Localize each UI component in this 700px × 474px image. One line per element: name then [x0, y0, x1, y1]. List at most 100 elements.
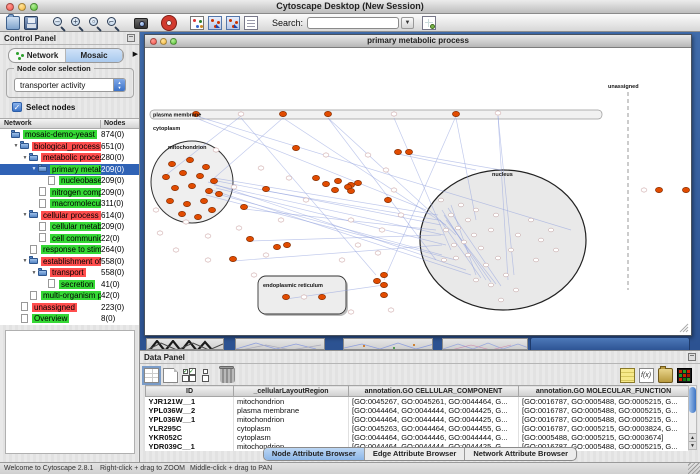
tree-item[interactable]: secretion41(0): [0, 279, 139, 291]
expand-arrow-icon[interactable]: ▼: [30, 270, 38, 276]
background-window-fragment[interactable]: [235, 338, 325, 350]
import-table-icon[interactable]: [422, 16, 436, 30]
delete-attribute-icon[interactable]: [220, 368, 235, 383]
network-canvas[interactable]: plasma membranecytoplasmmitochondrionnuc…: [146, 48, 690, 335]
open-file-icon[interactable]: [6, 16, 20, 30]
apply-layout-b-icon[interactable]: [226, 16, 240, 30]
gene-node: [488, 228, 493, 232]
notes-icon[interactable]: [620, 368, 635, 383]
tree-item[interactable]: ▼primary metabolic process209(0): [0, 164, 139, 176]
network-tree[interactable]: mosaic-demo-yeast874(0)▼biological_proce…: [0, 129, 139, 325]
float-panel-icon[interactable]: [127, 34, 135, 42]
tree-item[interactable]: unassigned223(0): [0, 302, 139, 314]
column-header[interactable]: annotation.GO MOLECULAR_FUNCTION: [519, 386, 689, 397]
cytoplasm-label: cytoplasm: [153, 126, 180, 132]
table-row[interactable]: YKR052Ccytoplasm[GO:0044464, GO:0044446,…: [146, 433, 689, 442]
column-header[interactable]: _cellularLayoutRegion: [234, 386, 349, 397]
table-cell: [GO:0045267, GO:0045261, GO:0044464, G..…: [349, 397, 519, 407]
search-input[interactable]: [307, 17, 399, 29]
tree-item-node-count: 874(0): [101, 130, 139, 139]
tree-header-network[interactable]: Network: [4, 120, 32, 127]
attribute-table-icon[interactable]: [144, 368, 159, 383]
zoom-in-icon[interactable]: [70, 16, 84, 30]
canvas-resize-grip: [686, 330, 688, 332]
expand-arrow-icon[interactable]: ▼: [21, 258, 29, 264]
tree-item[interactable]: response to stimulus264(0): [0, 244, 139, 256]
gene-node: [391, 112, 397, 116]
tree-item[interactable]: nitrogen compound209(0): [0, 187, 139, 199]
expand-arrow-icon[interactable]: ▼: [21, 155, 29, 161]
heatmap-icon[interactable]: [677, 368, 692, 383]
tab-overflow-arrow[interactable]: ▶: [133, 50, 138, 58]
tree-item-node-count: 264(0): [101, 245, 139, 254]
selected-gene-node: [322, 181, 329, 186]
tab-edge-attribute-browser[interactable]: Edge Attribute Browser: [365, 448, 465, 460]
table-row[interactable]: YPL036W__1mitochondrion[GO:0044464, GO:0…: [146, 415, 689, 424]
tab-network[interactable]: Network: [9, 49, 66, 62]
network-graph[interactable]: plasma membranecytoplasmmitochondrionnuc…: [146, 48, 690, 335]
save-session-icon[interactable]: [24, 16, 38, 30]
network-window-titlebar[interactable]: primary metabolic process: [145, 35, 691, 48]
select-nodes-checkbox[interactable]: ✓: [12, 102, 22, 112]
birdseye-view-panel[interactable]: [5, 330, 135, 454]
tree-item[interactable]: ▼cellular process614(0): [0, 210, 139, 222]
expand-arrow-icon[interactable]: ▼: [30, 166, 38, 172]
table-row[interactable]: YLR295Ccytoplasm[GO:0045263, GO:0044464,…: [146, 424, 689, 433]
network-view-window[interactable]: primary metabolic process plasma membran…: [144, 34, 692, 336]
new-attribute-icon[interactable]: [163, 368, 178, 383]
tree-item[interactable]: ▼biological_process651(0): [0, 141, 139, 153]
column-header[interactable]: annotation.GO CELLULAR_COMPONENT: [349, 386, 519, 397]
open-attributes-icon[interactable]: [658, 368, 673, 383]
zoom-out-icon[interactable]: [52, 16, 66, 30]
snapshot-icon[interactable]: [134, 18, 148, 29]
tree-item[interactable]: cell communication22(0): [0, 233, 139, 245]
gene-node: [513, 288, 518, 292]
column-header[interactable]: ID: [146, 386, 234, 397]
endoplasmic-reticulum-region: [258, 276, 346, 314]
resize-grip[interactable]: [688, 462, 700, 474]
background-window-fragment[interactable]: [442, 338, 528, 350]
tree-item-node-count: 22(0): [101, 234, 139, 243]
background-window-fragment[interactable]: [343, 338, 433, 350]
formula-icon[interactable]: [639, 368, 654, 383]
unselect-attributes-icon[interactable]: [201, 368, 216, 383]
zoom-selected-icon[interactable]: [88, 16, 102, 30]
zoom-fit-icon[interactable]: [106, 16, 120, 30]
scrollbar-thumb[interactable]: [689, 387, 696, 413]
search-dropdown-button[interactable]: ▼: [401, 17, 414, 29]
tree-item[interactable]: Overview8(0): [0, 313, 139, 325]
tab-node-attribute-browser[interactable]: Node Attribute Browser: [264, 448, 365, 460]
background-window-fragment[interactable]: [146, 338, 224, 350]
table-row[interactable]: YJR121W__1mitochondrion[GO:0045267, GO:0…: [146, 397, 689, 407]
tree-item[interactable]: ▼establishment of localization558(0): [0, 256, 139, 268]
select-attributes-icon[interactable]: [182, 368, 197, 383]
gene-node: [355, 243, 361, 247]
tree-item[interactable]: nucleobase-containing209(0): [0, 175, 139, 187]
apply-layout-a-icon[interactable]: [208, 16, 222, 30]
tree-item[interactable]: cellular metabolic209(0): [0, 221, 139, 233]
table-scrollbar[interactable]: ▲ ▼: [688, 385, 697, 450]
color-attribute-dropdown[interactable]: transporter activity ▲▼: [14, 78, 126, 92]
background-window-fragment[interactable]: [530, 337, 690, 351]
float-panel-icon[interactable]: [688, 353, 696, 361]
help-icon[interactable]: [162, 16, 176, 30]
tree-item[interactable]: ▼transport558(0): [0, 267, 139, 279]
tab-mosaic[interactable]: Mosaic: [66, 49, 123, 62]
scroll-up-icon[interactable]: ▲: [689, 433, 696, 441]
overview-panel-icon[interactable]: [190, 16, 204, 30]
tree-item[interactable]: macromolecule311(0): [0, 198, 139, 210]
tree-header-nodes[interactable]: Nodes: [100, 120, 125, 129]
table-row[interactable]: YPL036W__2plasma membrane[GO:0044464, GO…: [146, 406, 689, 415]
expand-arrow-icon[interactable]: ▼: [21, 212, 29, 218]
selected-gene-node: [655, 187, 662, 192]
folder-icon: [29, 154, 40, 162]
annotation-icon[interactable]: [244, 16, 258, 30]
expand-arrow-icon[interactable]: ▼: [12, 143, 20, 149]
attribute-table[interactable]: ID_cellularLayoutRegionannotation.GO CEL…: [145, 385, 689, 451]
tree-item[interactable]: ▼metabolic process280(0): [0, 152, 139, 164]
tree-item[interactable]: mosaic-demo-yeast874(0): [0, 129, 139, 141]
selected-gene-node: [283, 242, 290, 247]
tree-item[interactable]: multi-organism process42(0): [0, 290, 139, 302]
folder-icon: [38, 269, 49, 277]
tab-network-attribute-browser[interactable]: Network Attribute Browser: [465, 448, 576, 460]
